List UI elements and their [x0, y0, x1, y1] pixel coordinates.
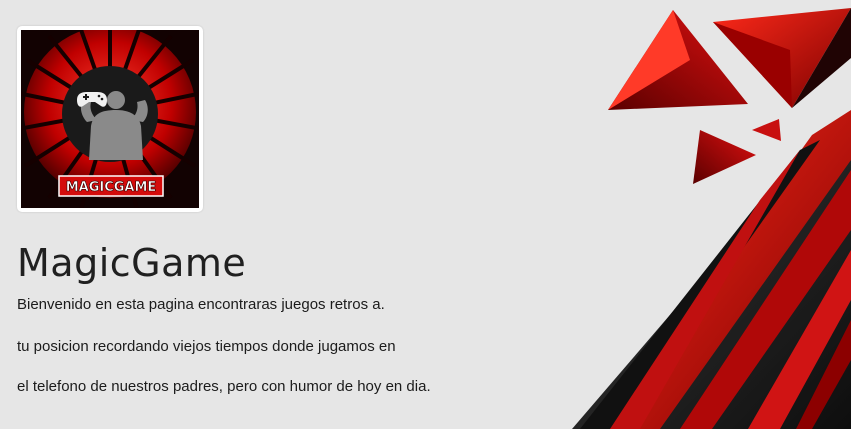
intro-line-1: Bienvenido en esta pagina encontraras ju… [17, 296, 385, 313]
logo-text: MAGICGAME [66, 180, 157, 195]
page: MAGICGAME MagicGame Bienvenido en esta p… [0, 0, 851, 429]
intro-line-2: tu posicion recordando viejos tiempos do… [17, 338, 396, 355]
triangle-shape [693, 130, 756, 184]
logo-image: MAGICGAME [21, 30, 199, 208]
site-title: MagicGame [17, 241, 247, 285]
triangle-shape [752, 119, 781, 141]
logo-card[interactable]: MAGICGAME [17, 26, 203, 212]
intro-line-3: el telefono de nuestros padres, pero con… [17, 378, 431, 395]
